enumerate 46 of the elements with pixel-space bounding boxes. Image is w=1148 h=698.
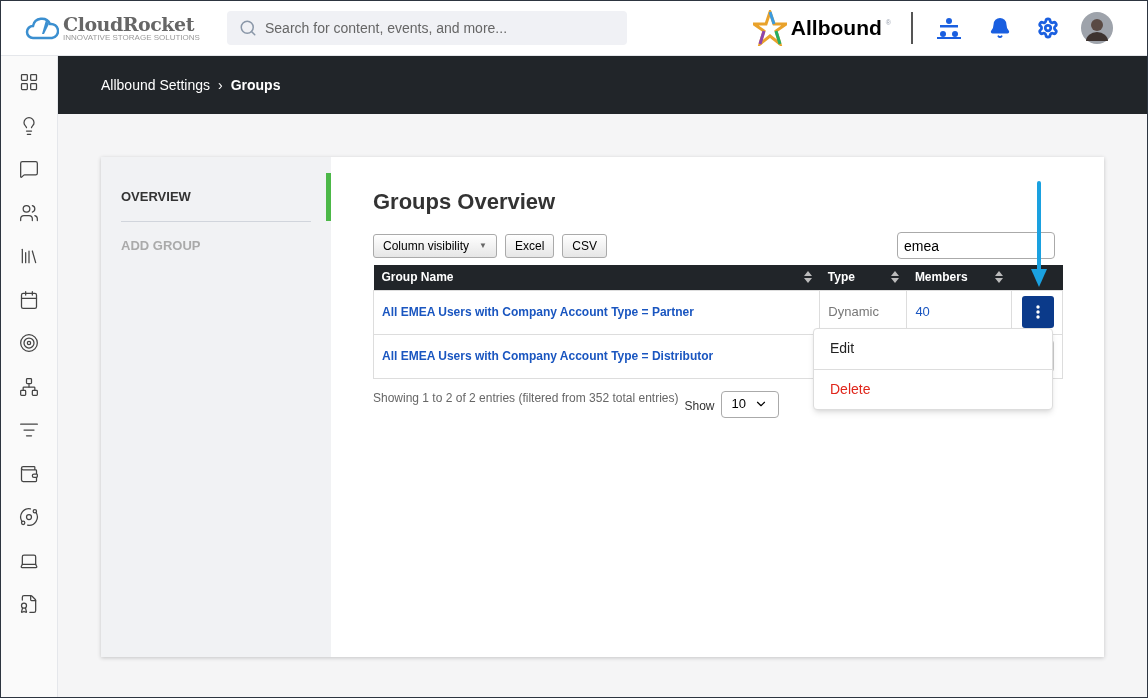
export-button[interactable]: CSV: [562, 233, 607, 258]
orbit-icon[interactable]: [19, 507, 39, 527]
page-title: Groups Overview: [373, 188, 557, 216]
page-size-select[interactable]: 10: [720, 390, 779, 418]
breadcrumb-link[interactable]: Allbound Settings: [101, 74, 210, 96]
column-visibility-button[interactable]: Column visibility ▼: [373, 233, 497, 258]
sort-icon: [890, 271, 899, 284]
menu-item[interactable]: Delete: [814, 368, 1052, 409]
table-cell: Dynamic: [828, 304, 879, 320]
filter-field[interactable]: emea: [897, 232, 1055, 259]
column-header[interactable]: Type: [819, 265, 907, 290]
target-icon[interactable]: [19, 333, 39, 353]
column-header[interactable]: Members: [906, 265, 1012, 290]
settings-icon[interactable]: [1037, 17, 1059, 39]
column-header[interactable]: Group Name: [373, 265, 820, 290]
library-icon[interactable]: [19, 246, 39, 266]
logo-tagline: INNOVATIVE STORAGE SOLUTIONS: [63, 33, 200, 42]
menu-item[interactable]: Edit: [814, 328, 1052, 369]
avatar[interactable]: [1081, 12, 1113, 44]
grid-icon[interactable]: [19, 72, 39, 92]
sort-icon: [803, 271, 812, 284]
calendar-icon[interactable]: [19, 289, 39, 310]
more-icon: [1035, 305, 1040, 319]
search-icon: [239, 19, 257, 37]
chat-icon[interactable]: [19, 159, 39, 179]
star-logo-icon: [752, 10, 787, 46]
hierarchy-icon[interactable]: [937, 17, 961, 39]
breadcrumb-current: Groups: [230, 75, 281, 95]
show-label: Show: [684, 397, 715, 415]
logo-icon: [25, 14, 59, 42]
row-menu-button[interactable]: [1021, 296, 1054, 328]
members-link[interactable]: 40: [915, 304, 930, 320]
people-icon[interactable]: [19, 202, 39, 223]
wallet-icon[interactable]: [19, 463, 39, 484]
table-info: Showing 1 to 2 of 2 entries (filtered from 352 total entries): [373, 389, 679, 407]
search-field[interactable]: Search for content, events, and more...: [227, 11, 627, 45]
logo-name: CloudRocket: [63, 14, 196, 34]
group-link[interactable]: All EMEA Users with Company Account Type = Distributor: [382, 349, 714, 363]
export-button[interactable]: Excel: [504, 233, 555, 258]
brand-name: Allbound: [790, 15, 882, 42]
sort-icon: [995, 271, 1004, 284]
certificate-icon[interactable]: [19, 594, 39, 614]
group-link[interactable]: All EMEA Users with Company Account Type = Partner: [382, 305, 694, 319]
breadcrumb-separator: ›: [217, 75, 223, 95]
network-icon[interactable]: [19, 376, 39, 397]
notification-icon[interactable]: [989, 17, 1011, 39]
